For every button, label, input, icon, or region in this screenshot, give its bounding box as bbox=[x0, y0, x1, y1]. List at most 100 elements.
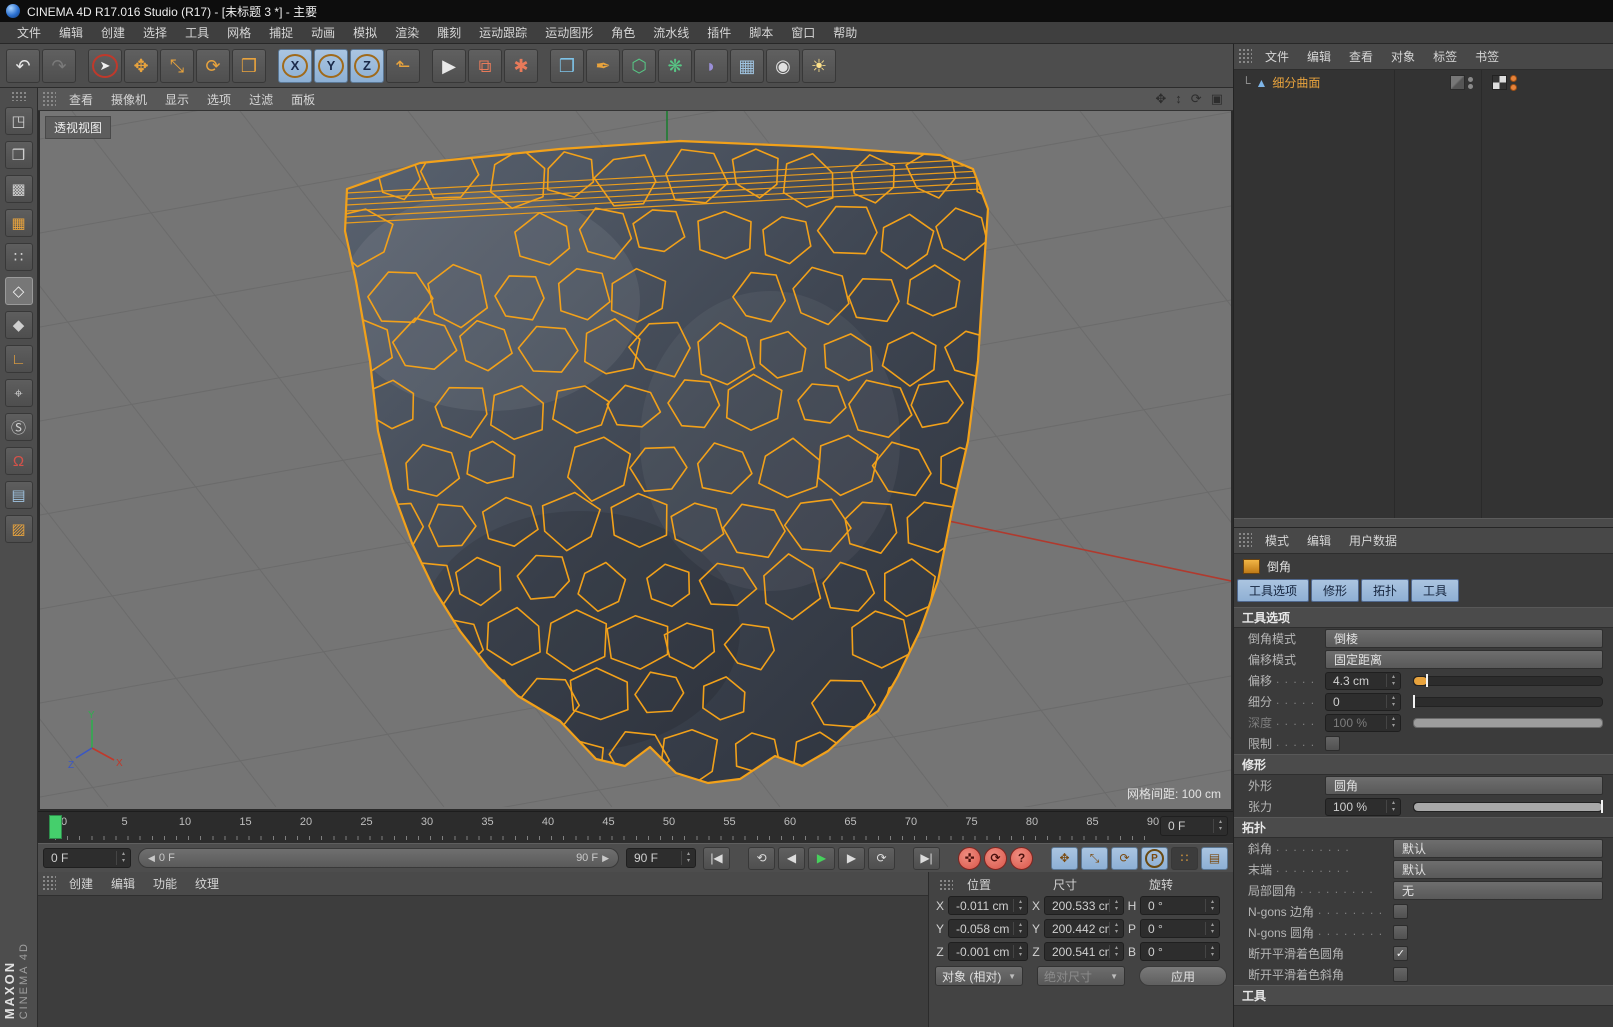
spinner-arrows-icon[interactable]: ▴▾ bbox=[1205, 899, 1219, 912]
attribute-menu-0[interactable]: 模式 bbox=[1256, 532, 1298, 549]
light-icon[interactable]: ☀ bbox=[802, 49, 836, 83]
menu-11[interactable]: 运动跟踪 bbox=[470, 24, 536, 41]
material-menu-grip[interactable] bbox=[42, 875, 56, 891]
position-y-field[interactable]: -0.058 cm▴▾ bbox=[948, 919, 1028, 938]
object-manager-menu-0[interactable]: 文件 bbox=[1256, 48, 1298, 65]
primitive-cube-icon[interactable]: ❒ bbox=[550, 49, 584, 83]
object-name[interactable]: 细分曲面 bbox=[1272, 74, 1320, 91]
next-frame-icon[interactable]: ▶ bbox=[838, 847, 865, 870]
keying-options-icon[interactable]: ? bbox=[1010, 847, 1033, 870]
object-row-subdivision-surface[interactable]: └ ▲ 细分曲面 bbox=[1234, 70, 1613, 95]
section-header-2[interactable]: 拓扑 bbox=[1234, 817, 1613, 838]
attr-dropdown[interactable]: 默认 bbox=[1393, 860, 1603, 879]
range-left-arrow-icon[interactable]: ◀ bbox=[148, 853, 155, 864]
menu-15[interactable]: 插件 bbox=[698, 24, 740, 41]
material-menu-0[interactable]: 创建 bbox=[60, 875, 102, 892]
tab-0[interactable]: 工具选项 bbox=[1237, 579, 1309, 602]
frame-hud-field[interactable]: 0 F ▴▾ bbox=[1160, 816, 1228, 836]
attr-checkbox[interactable] bbox=[1325, 736, 1340, 751]
menu-8[interactable]: 模拟 bbox=[344, 24, 386, 41]
menu-1[interactable]: 编辑 bbox=[50, 24, 92, 41]
spinner-arrows-icon[interactable]: ▴▾ bbox=[1205, 945, 1219, 958]
key-parameter-icon[interactable]: P bbox=[1141, 847, 1168, 870]
subdivision-surface-icon[interactable]: ⬡ bbox=[622, 49, 656, 83]
pan-view-icon[interactable]: ✥ bbox=[1155, 91, 1166, 107]
menu-12[interactable]: 运动图形 bbox=[536, 24, 602, 41]
viewport-menu-4[interactable]: 过滤 bbox=[240, 91, 282, 108]
current-frame-field[interactable]: 0 F ▴▾ bbox=[43, 848, 131, 868]
tab-1[interactable]: 修形 bbox=[1311, 579, 1359, 602]
attribute-menu-2[interactable]: 用户数据 bbox=[1340, 532, 1406, 549]
object-state-dots-icon[interactable] bbox=[1510, 75, 1517, 91]
material-menu-1[interactable]: 编辑 bbox=[102, 875, 144, 892]
spinner-arrows-icon[interactable]: ▴▾ bbox=[1205, 922, 1219, 935]
edges-mode-icon[interactable]: ◇ bbox=[5, 277, 33, 305]
tab-2[interactable]: 拓扑 bbox=[1361, 579, 1409, 602]
section-header-3[interactable]: 工具 bbox=[1234, 985, 1613, 1006]
tab-3[interactable]: 工具 bbox=[1411, 579, 1459, 602]
section-header-1[interactable]: 修形 bbox=[1234, 754, 1613, 775]
toolbar-grip[interactable] bbox=[11, 91, 27, 101]
model-mode-icon[interactable]: ❒ bbox=[5, 141, 33, 169]
attr-slider[interactable] bbox=[1413, 697, 1603, 707]
size-x-field[interactable]: 200.533 cm▴▾ bbox=[1044, 896, 1124, 915]
spinner-arrows-icon[interactable]: ▴▾ bbox=[1386, 716, 1400, 729]
menu-6[interactable]: 捕捉 bbox=[260, 24, 302, 41]
deformer-icon[interactable]: ◗ bbox=[694, 49, 728, 83]
workplane-mode-icon[interactable]: ▦ bbox=[5, 209, 33, 237]
object-manager-menu-3[interactable]: 对象 bbox=[1382, 48, 1424, 65]
timeline-playhead[interactable] bbox=[49, 815, 62, 839]
quantize-icon[interactable]: ▨ bbox=[5, 515, 33, 543]
object-manager-menu-5[interactable]: 书签 bbox=[1466, 48, 1508, 65]
spinner-arrows-icon[interactable]: ▴▾ bbox=[1386, 674, 1400, 687]
autokey-icon[interactable]: ⟳ bbox=[984, 847, 1007, 870]
rotation-h-field[interactable]: 0 °▴▾ bbox=[1140, 896, 1220, 915]
object-manager-menu-1[interactable]: 编辑 bbox=[1298, 48, 1340, 65]
toggle-view-icon[interactable]: ▣ bbox=[1211, 91, 1223, 107]
attr-dropdown[interactable]: 固定距离 bbox=[1325, 650, 1603, 669]
key-pla-icon[interactable]: ∷ bbox=[1171, 847, 1198, 870]
menu-10[interactable]: 雕刻 bbox=[428, 24, 470, 41]
attr-dropdown[interactable]: 无 bbox=[1393, 881, 1603, 900]
material-manager-area[interactable] bbox=[38, 896, 928, 1027]
key-scale-icon[interactable]: ⤡ bbox=[1081, 847, 1108, 870]
coordinates-grip[interactable] bbox=[939, 879, 953, 891]
spinner-arrows-icon[interactable]: ▴▾ bbox=[1386, 695, 1400, 708]
goto-start-icon[interactable]: |◀ bbox=[703, 847, 730, 870]
mini-timeline-icon[interactable]: ▤ bbox=[1201, 847, 1228, 870]
zoom-view-icon[interactable]: ↕ bbox=[1175, 91, 1182, 107]
attr-slider[interactable] bbox=[1413, 676, 1603, 686]
menu-2[interactable]: 创建 bbox=[92, 24, 134, 41]
make-editable-icon[interactable]: ◳ bbox=[5, 107, 33, 135]
spinner-arrows-icon[interactable]: ▴▾ bbox=[116, 851, 130, 864]
view-label[interactable]: 透视视图 bbox=[45, 116, 111, 139]
texture-mode-icon[interactable]: ▩ bbox=[5, 175, 33, 203]
last-tool-bevel-icon[interactable]: ❒ bbox=[232, 49, 266, 83]
apply-button[interactable]: 应用 bbox=[1139, 966, 1227, 986]
object-manager-tree[interactable]: └ ▲ 细分曲面 bbox=[1234, 70, 1613, 518]
viewport-menu-1[interactable]: 摄像机 bbox=[102, 91, 156, 108]
attr-slider[interactable] bbox=[1413, 718, 1603, 728]
layer-color-icon[interactable] bbox=[1450, 75, 1465, 90]
spline-pen-icon[interactable]: ✒ bbox=[586, 49, 620, 83]
spinner-arrows-icon[interactable]: ▴▾ bbox=[1109, 899, 1123, 912]
menu-14[interactable]: 流水线 bbox=[644, 24, 698, 41]
camera-icon[interactable]: ◉ bbox=[766, 49, 800, 83]
object-manager-menu-2[interactable]: 查看 bbox=[1340, 48, 1382, 65]
menu-3[interactable]: 选择 bbox=[134, 24, 176, 41]
attribute-menu-1[interactable]: 编辑 bbox=[1298, 532, 1340, 549]
attr-slider[interactable] bbox=[1413, 802, 1603, 812]
material-menu-2[interactable]: 功能 bbox=[144, 875, 186, 892]
redo-icon[interactable]: ↷ bbox=[42, 49, 76, 83]
menu-18[interactable]: 帮助 bbox=[824, 24, 866, 41]
attr-value-field[interactable]: 0▴▾ bbox=[1325, 693, 1401, 711]
menu-17[interactable]: 窗口 bbox=[782, 24, 824, 41]
object-manager-grip[interactable] bbox=[1238, 48, 1252, 66]
environment-icon[interactable]: ▦ bbox=[730, 49, 764, 83]
attr-value-field[interactable]: 4.3 cm▴▾ bbox=[1325, 672, 1401, 690]
render-picture-viewer-icon[interactable]: ⧉ bbox=[468, 49, 502, 83]
lock-x-axis-icon[interactable]: X bbox=[278, 49, 312, 83]
rotation-p-field[interactable]: 0 °▴▾ bbox=[1140, 919, 1220, 938]
key-position-icon[interactable]: ✥ bbox=[1051, 847, 1078, 870]
attribute-menu-grip[interactable] bbox=[1238, 532, 1252, 550]
